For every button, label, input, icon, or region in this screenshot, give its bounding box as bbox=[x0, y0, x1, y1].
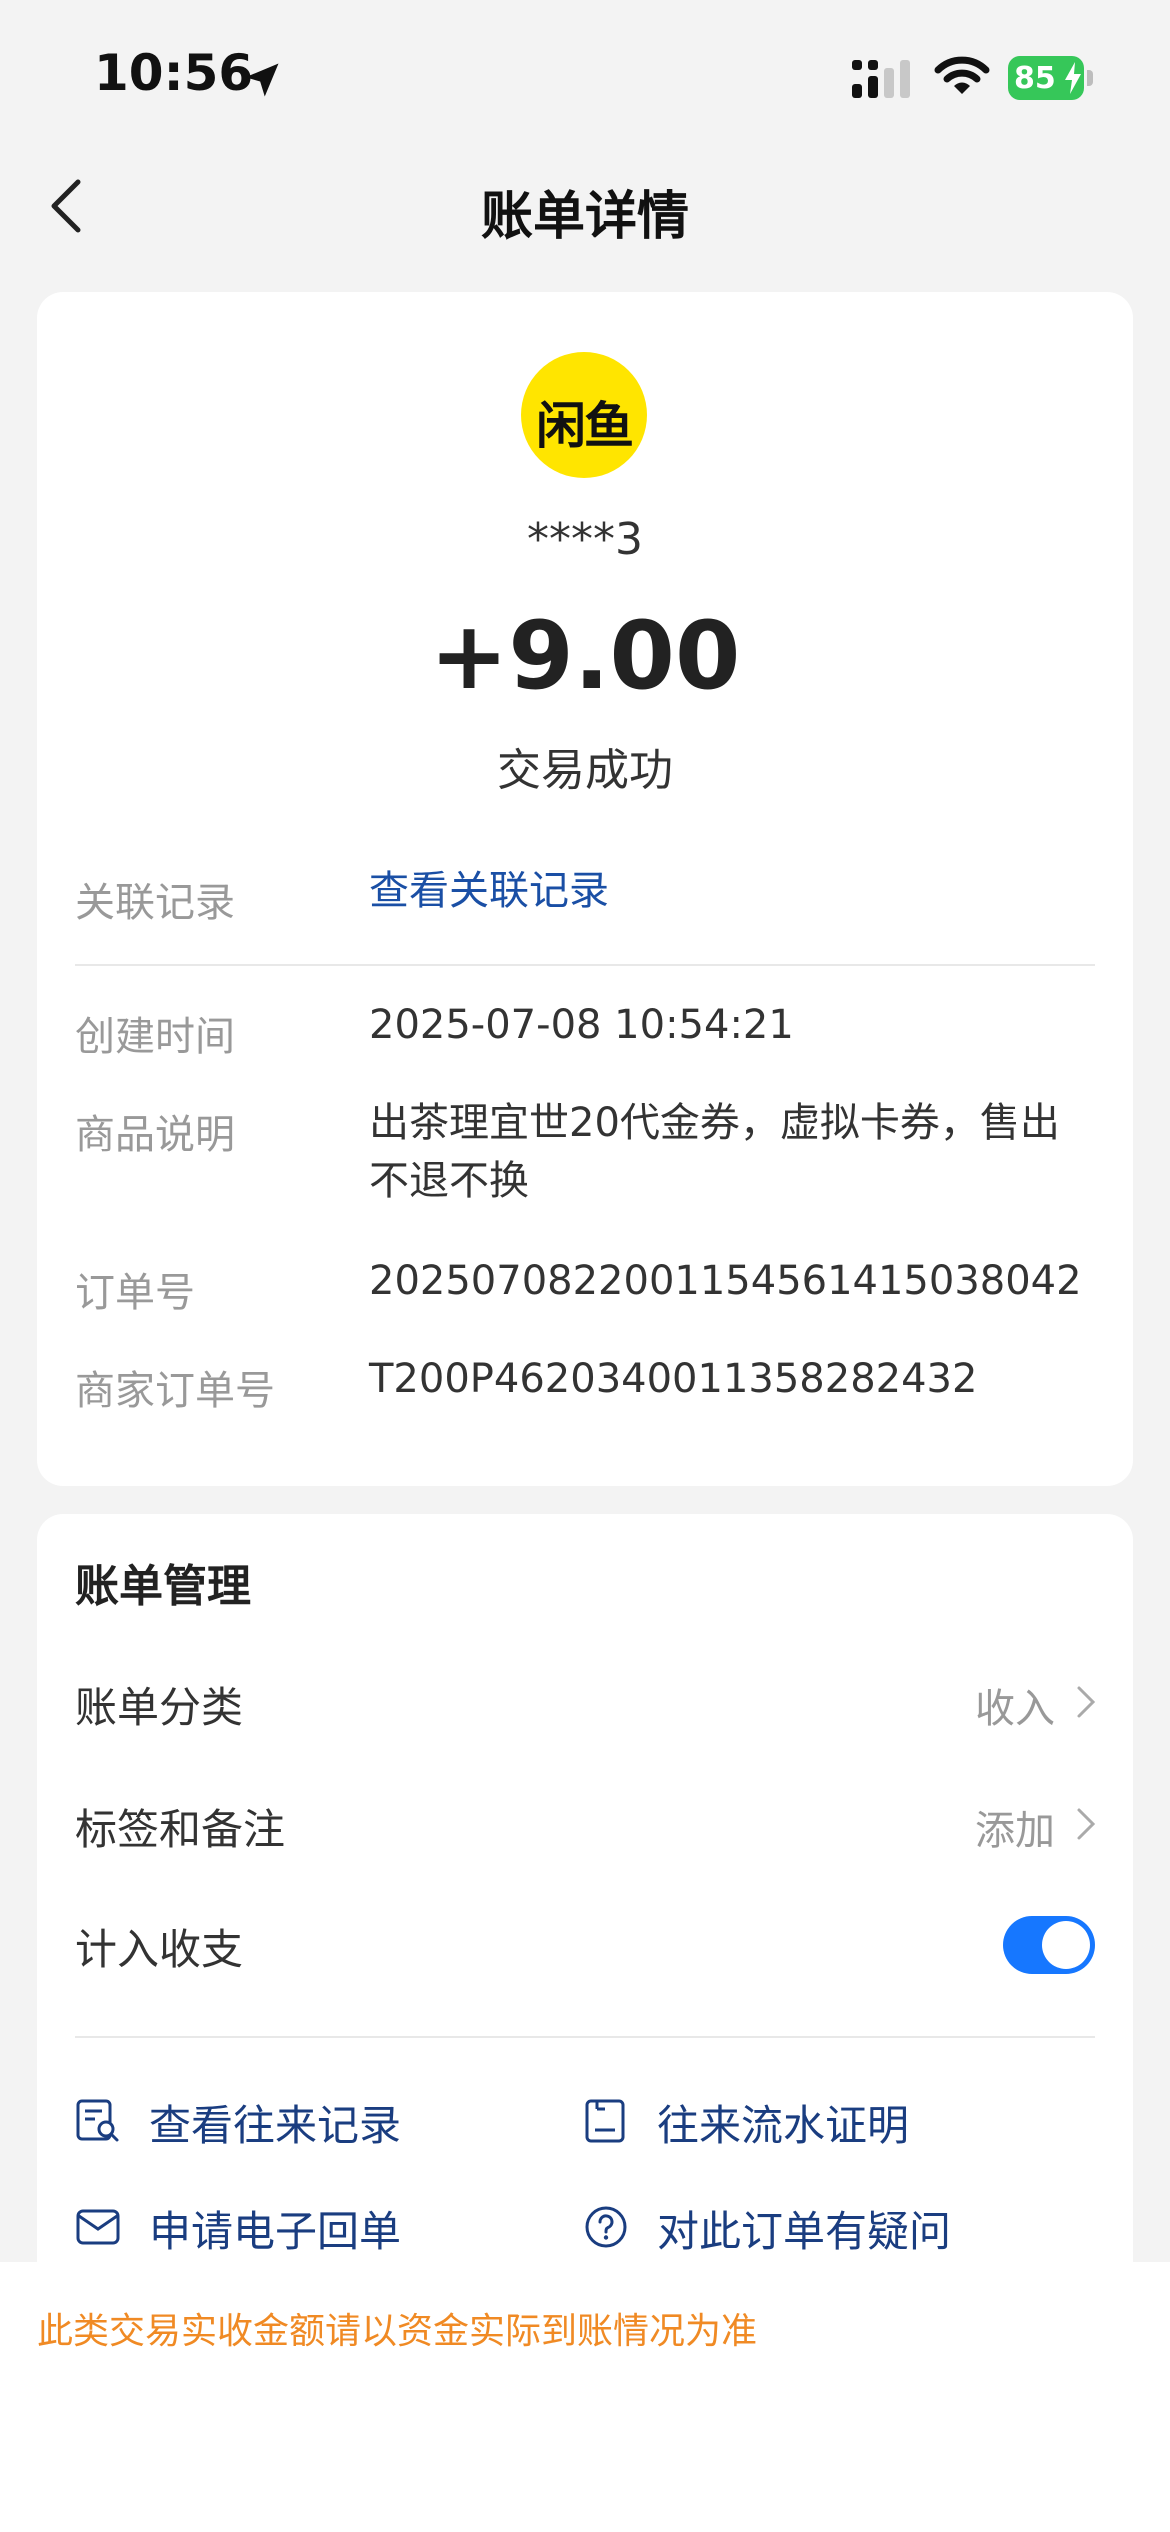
tags-notes-value[interactable]: 添加 bbox=[975, 1798, 1055, 1856]
created-time-value: 2025-07-08 10:54:21 bbox=[369, 1002, 794, 1048]
transaction-status: 交易成功 bbox=[497, 745, 673, 796]
order-number-value: 2025070822001154561415038042 bbox=[369, 1258, 1082, 1304]
bill-detail-page: 10:56 85 账单详情 闲鱼 ****3 +9.00 交易成功 关联记录 查… bbox=[0, 0, 1170, 2532]
status-time: 10:56 bbox=[94, 44, 254, 102]
battery-level: 85 bbox=[1014, 61, 1056, 96]
product-desc-value: 出茶理宜世20代金券，虚拟卡券，售出 不退不换 bbox=[369, 1094, 1060, 1210]
view-related-records-link[interactable]: 查看关联记录 bbox=[369, 862, 609, 920]
wifi-icon bbox=[934, 56, 990, 94]
merchant-order-label: 商家订单号 bbox=[75, 1368, 275, 1414]
action-label: 申请电子回单 bbox=[149, 2207, 402, 2256]
bolt-icon bbox=[1065, 62, 1081, 94]
merchant-order-value: T200P4620340011358282432 bbox=[369, 1356, 978, 1402]
status-bar: 10:56 85 bbox=[0, 0, 1170, 150]
related-records-label: 关联记录 bbox=[75, 880, 235, 926]
chevron-right-icon[interactable] bbox=[1075, 1806, 1097, 1842]
bill-management-title: 账单管理 bbox=[75, 1561, 251, 1612]
tags-notes-label[interactable]: 标签和备注 bbox=[75, 1796, 285, 1857]
action-label: 往来流水证明 bbox=[657, 2101, 910, 2150]
order-number-label: 订单号 bbox=[75, 1270, 195, 1316]
bill-management-card: 账单管理 账单分类 收入 标签和备注 添加 计入收支 查看往来记录 往来流水证明… bbox=[37, 1514, 1133, 2274]
product-desc-line: 不退不换 bbox=[369, 1158, 529, 1204]
notice-area: 此类交易实收金额请以资金实际到账情况为准 bbox=[0, 2262, 1170, 2532]
counterparty-account: ****3 bbox=[527, 514, 643, 565]
mail-icon bbox=[76, 2209, 120, 2245]
signal-icon bbox=[852, 60, 910, 98]
toggle-knob bbox=[1042, 1921, 1090, 1969]
transaction-card: 闲鱼 ****3 +9.00 交易成功 关联记录 查看关联记录 创建时间 202… bbox=[37, 292, 1133, 1486]
chevron-right-icon[interactable] bbox=[1075, 1684, 1097, 1720]
include-in-stats-label: 计入收支 bbox=[75, 1925, 244, 1974]
bill-category-label[interactable]: 账单分类 bbox=[75, 1674, 243, 1735]
notice-text: 此类交易实收金额请以资金实际到账情况为准 bbox=[37, 2311, 758, 2352]
include-in-stats-toggle[interactable] bbox=[1003, 1916, 1095, 1974]
battery-charging-icon: 85 bbox=[1008, 56, 1093, 100]
merchant-logo: 闲鱼 bbox=[521, 352, 647, 478]
question-icon bbox=[585, 2206, 627, 2248]
product-desc-label: 商品说明 bbox=[75, 1112, 235, 1158]
divider bbox=[75, 2036, 1095, 2038]
page-title: 账单详情 bbox=[480, 187, 689, 247]
certificate-icon bbox=[585, 2099, 625, 2143]
bill-category-value[interactable]: 收入 bbox=[975, 1676, 1055, 1734]
location-arrow-icon bbox=[245, 63, 279, 97]
action-label: 查看往来记录 bbox=[149, 2101, 402, 2150]
action-label: 对此订单有疑问 bbox=[657, 2207, 952, 2256]
nav-bar: 账单详情 bbox=[0, 150, 1170, 260]
records-search-icon bbox=[76, 2099, 119, 2142]
divider bbox=[75, 964, 1095, 966]
logo-text: 闲鱼 bbox=[536, 397, 634, 455]
transaction-amount: +9.00 bbox=[429, 602, 741, 711]
product-desc-line: 出茶理宜世20代金券，虚拟卡券，售出 bbox=[369, 1100, 1060, 1146]
created-time-label: 创建时间 bbox=[75, 1014, 235, 1060]
